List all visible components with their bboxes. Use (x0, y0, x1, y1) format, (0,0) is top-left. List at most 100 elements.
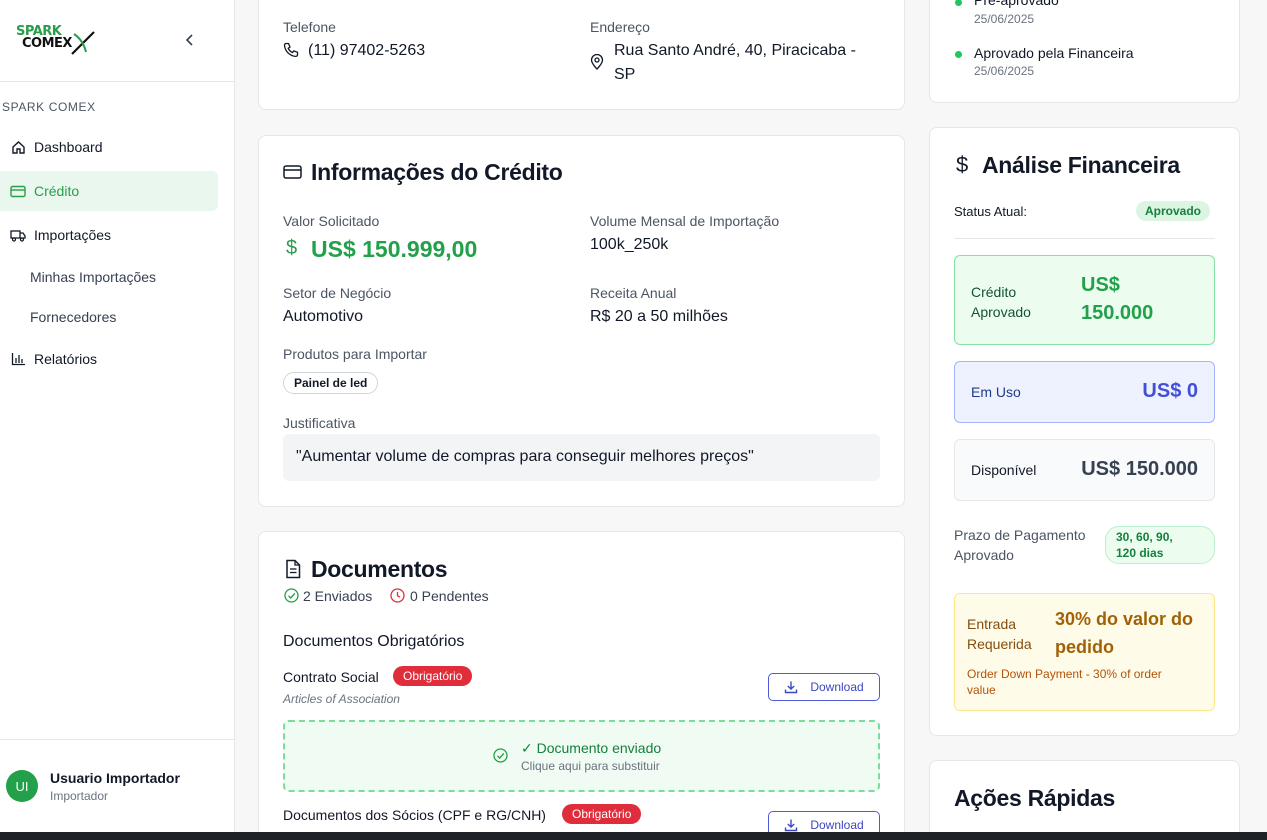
document-name: Documentos dos Sócios (CPF e RG/CNH) (283, 807, 546, 823)
download-label: Download (810, 680, 864, 694)
document-name: Contrato Social (283, 669, 379, 685)
sidebar-item-relatorios[interactable]: Relatórios (0, 339, 218, 379)
setor-value: Automotivo (283, 308, 364, 325)
timeline-card: Pré-aprovado 25/06/2025 Aprovado pela Fi… (929, 0, 1240, 103)
bar-chart-icon (10, 351, 26, 367)
phone-label: Telefone (283, 19, 336, 35)
status-badge: Aprovado (1136, 201, 1211, 221)
down-value-line2: pedido (1055, 637, 1114, 657)
approved-credit-line1: US$ (1081, 274, 1120, 296)
timeline-label: Aprovado pela Financeira (974, 45, 1134, 61)
quick-actions-title: Ações Rápidas (954, 785, 1115, 811)
sidebar-item-label: Importações (34, 227, 112, 243)
justificativa-label: Justificativa (283, 415, 356, 431)
term-badge: 30, 60, 90, 120 dias (1105, 526, 1215, 564)
sidebar-item-minhas-importacoes[interactable]: Minhas Importações (30, 269, 156, 285)
documents-pending: 0 Pendentes (410, 588, 489, 604)
document-subtitle: Articles of Association (283, 692, 400, 706)
approved-credit-label: Crédito Aprovado (971, 284, 1031, 320)
clock-icon (390, 588, 405, 608)
receita-label: Receita Anual (590, 285, 677, 301)
address-line1: Rua Santo André, 40, Piracicaba - (614, 42, 856, 59)
documents-title: Documentos (311, 556, 448, 582)
address-line2: SP (614, 66, 636, 83)
sidebar-item-importacoes[interactable]: Importações (0, 215, 218, 255)
valor-label: Valor Solicitado (283, 213, 380, 229)
window-bottom-edge (0, 832, 1267, 840)
download-label: Download (810, 818, 864, 832)
timeline-date: 25/06/2025 (974, 64, 1035, 78)
sidebar-item-fornecedores[interactable]: Fornecedores (30, 309, 116, 325)
down-payment-box: Entrada Requerida 30% do valor do pedido… (954, 593, 1215, 711)
sidebar-section-label: SPARK COMEX (2, 100, 96, 114)
down-note-line1: Order Down Payment - 30% of order (967, 667, 1162, 681)
setor-label: Setor de Negócio (283, 285, 392, 301)
check-circle-icon (493, 748, 508, 768)
user-role: Importador (50, 789, 109, 803)
product-chip: Painel de led (283, 372, 379, 394)
spark-comex-logo[interactable]: SPARK COMEX (14, 24, 96, 58)
sidebar-item-label: Relatórios (34, 351, 98, 367)
avatar: UI (6, 770, 38, 802)
sidebar-item-label: Crédito (34, 183, 80, 199)
credit-card-icon (283, 164, 303, 185)
dollar-icon: $ (285, 237, 299, 264)
term-line2: 120 dias (1116, 546, 1164, 560)
file-text-icon (285, 559, 301, 584)
justificativa-box: "Aumentar volume de compras para consegu… (283, 434, 880, 481)
map-pin-icon (590, 53, 604, 75)
required-badge: Obrigatório (562, 804, 642, 824)
term-label-line2: Aprovado (954, 547, 1014, 563)
approved-credit-line2: 150.000 (1081, 302, 1154, 324)
volume-label: Volume Mensal de Importação (590, 213, 780, 229)
download-icon (785, 681, 798, 694)
documents-section-title: Documentos Obrigatórios (283, 633, 465, 650)
upload-hint: Clique aqui para substituir (521, 759, 660, 773)
down-label-line2: Requerida (967, 636, 1032, 652)
user-profile[interactable]: UI Usuario Importador Importador (0, 739, 235, 832)
logo-swoosh-icon (71, 31, 95, 55)
divider (954, 238, 1215, 239)
download-icon (785, 819, 798, 832)
volume-value: 100k_250k (590, 236, 669, 253)
credit-info-title: Informações do Crédito (311, 159, 563, 185)
down-note-line2: value (967, 683, 996, 697)
documents-card: Documentos 2 Enviados 0 Pendentes Docume… (258, 531, 905, 840)
collapse-sidebar-button[interactable] (180, 30, 200, 50)
documents-sent: 2 Enviados (303, 588, 373, 604)
financial-analysis-card: $ Análise Financeira Status Atual: Aprov… (929, 127, 1240, 736)
timeline-label: Pré-aprovado (974, 0, 1059, 8)
receita-value: R$ 20 a 50 milhões (590, 308, 728, 325)
upload-dropzone[interactable]: ✓ Documento enviado Clique aqui para sub… (283, 720, 880, 792)
timeline-date: 25/06/2025 (974, 12, 1035, 26)
term-line1: 30, 60, 90, (1116, 530, 1173, 544)
approved-credit-box: Crédito Aprovado US$ 150.000 (954, 255, 1215, 345)
available-box: Disponível US$ 150.000 (954, 439, 1215, 501)
in-use-label: Em Uso (971, 384, 1021, 400)
financial-analysis-title: Análise Financeira (982, 152, 1180, 178)
sidebar-item-credito[interactable]: Crédito (0, 171, 218, 211)
svg-text:$: $ (956, 153, 968, 177)
logo-row: SPARK COMEX (0, 0, 234, 82)
home-icon (10, 139, 26, 155)
down-value-line1: 30% do valor do (1055, 609, 1194, 629)
contact-card: Telefone (11) 97402-5263 Endereço Rua Sa… (258, 0, 905, 110)
status-label: Status Atual: (954, 204, 1027, 219)
svg-text:$: $ (286, 237, 297, 259)
credit-info-card: Informações do Crédito Valor Solicitado … (258, 135, 905, 507)
sidebar: SPARK COMEX SPARK COMEX Dashboard Crédit… (0, 0, 235, 832)
required-badge: Obrigatório (393, 666, 473, 686)
credit-card-icon (10, 183, 26, 199)
phone-value: (11) 97402-5263 (308, 42, 426, 59)
dollar-icon: $ (955, 152, 971, 182)
chevron-left-icon (185, 34, 193, 46)
download-button[interactable]: Download (768, 673, 880, 701)
user-name: Usuario Importador (50, 770, 180, 786)
check-circle-icon (284, 588, 299, 608)
in-use-box: Em Uso US$ 0 (954, 361, 1215, 423)
phone-icon (283, 42, 299, 63)
produtos-label: Produtos para Importar (283, 346, 427, 362)
truck-icon (10, 227, 26, 243)
down-label-line1: Entrada (967, 616, 1017, 632)
sidebar-item-dashboard[interactable]: Dashboard (0, 127, 218, 167)
